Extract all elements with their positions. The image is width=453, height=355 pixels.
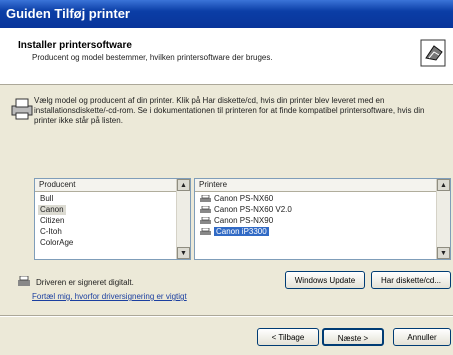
printer-name: Canon PS-NX60 (214, 194, 274, 203)
signature-status: Driveren er signeret digitalt. (36, 278, 134, 287)
signed-driver-icon (18, 276, 30, 286)
manufacturer-scrollbar[interactable]: ▲ ▼ (176, 179, 190, 259)
windows-update-button[interactable]: Windows Update (285, 271, 365, 289)
have-disk-button[interactable]: Har diskette/cd... (371, 271, 451, 289)
printer-icon (11, 98, 33, 120)
list-item[interactable]: Bull (38, 194, 55, 204)
printer-name: Canon PS-NX90 (214, 216, 274, 225)
divider (0, 315, 453, 317)
driver-signing-link[interactable]: Fortæl mig, hvorfor driversignering er v… (32, 292, 187, 301)
list-item[interactable]: Canon iP3300 (198, 227, 271, 237)
printer-install-icon (420, 39, 446, 67)
header-subtitle: Producent og model bestemmer, hvilken pr… (32, 53, 273, 62)
printer-list[interactable]: Printere Canon PS-NX60 Canon PS-NX60 V2.… (194, 178, 451, 260)
printer-name: Canon PS-NX60 V2.0 (214, 205, 292, 214)
cancel-button[interactable]: Annuller (393, 328, 451, 346)
window-title: Guiden Tilføj printer (6, 6, 130, 21)
scroll-down-icon[interactable]: ▼ (177, 247, 190, 259)
manufacturer-list[interactable]: Producent Bull Canon Citizen C-Itoh Colo… (34, 178, 191, 260)
list-item[interactable]: Canon (38, 205, 66, 215)
printer-icon (200, 205, 211, 213)
list-item[interactable]: Canon PS-NX90 (198, 216, 275, 226)
list-item[interactable]: Canon PS-NX60 V2.0 (198, 205, 294, 215)
list-item[interactable]: Canon PS-NX60 (198, 194, 275, 204)
list-item[interactable]: Citizen (38, 216, 66, 226)
scroll-up-icon[interactable]: ▲ (437, 179, 450, 191)
header-title: Installer printersoftware (18, 40, 132, 51)
title-bar[interactable]: Guiden Tilføj printer (0, 0, 453, 28)
list-item[interactable]: C-Itoh (38, 227, 64, 237)
scroll-up-icon[interactable]: ▲ (177, 179, 190, 191)
next-button[interactable]: Næste > (322, 328, 384, 346)
wizard-header: Installer printersoftware Producent og m… (0, 28, 453, 85)
printer-icon (200, 216, 211, 224)
printer-name-selected: Canon iP3300 (214, 227, 269, 236)
list-item[interactable]: ColorAge (38, 238, 75, 248)
manufacturer-list-header[interactable]: Producent (35, 179, 190, 192)
back-button[interactable]: < Tilbage (257, 328, 319, 346)
scroll-down-icon[interactable]: ▼ (437, 247, 450, 259)
printer-list-header[interactable]: Printere (195, 179, 450, 192)
intro-text: Vælg model og producent af din printer. … (34, 96, 425, 125)
printer-icon (200, 227, 211, 235)
printer-icon (200, 194, 211, 202)
printer-scrollbar[interactable]: ▲ ▼ (436, 179, 450, 259)
